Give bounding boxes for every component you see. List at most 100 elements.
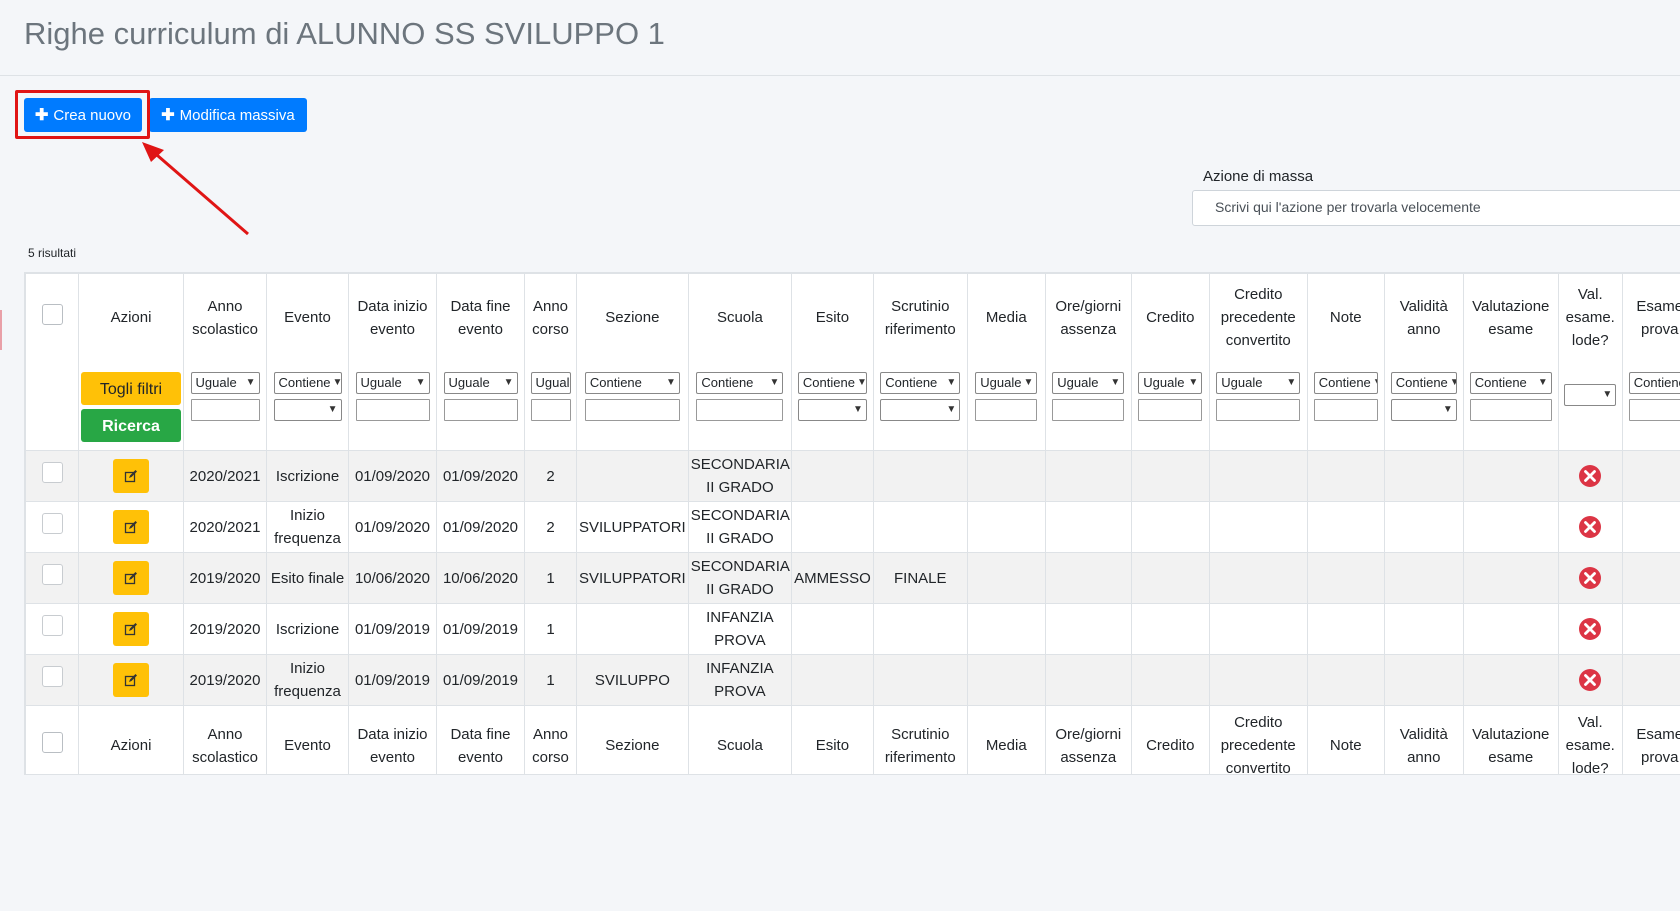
filter-operator-select[interactable]: Uguale▼ [530, 371, 571, 394]
filter-input[interactable] [1216, 398, 1301, 421]
curriculum-table: Azioni Anno scolastico Evento Data inizi… [25, 273, 1680, 774]
cell-scrutinio [872, 603, 968, 655]
filter-operator-select[interactable]: Contiene▼ [1469, 371, 1552, 394]
row-checkbox[interactable] [41, 462, 63, 483]
col-esito[interactable]: Esito [791, 273, 874, 362]
filter-operator-select[interactable]: Uguale▼ [443, 371, 518, 394]
filter-input[interactable] [584, 398, 680, 421]
filter-input[interactable] [530, 398, 571, 421]
cell-scuola: SECONDARIA II GRADO [687, 450, 793, 502]
select-all-checkbox-footer[interactable] [41, 731, 63, 753]
edit-button[interactable] [113, 612, 149, 646]
edit-icon [124, 572, 137, 585]
filter-input[interactable] [975, 398, 1038, 421]
col-credito-precedente[interactable]: Credito precedente convertito [1208, 273, 1308, 362]
col-valutazione[interactable]: Valutazione esame [1462, 273, 1559, 362]
row-checkbox[interactable] [41, 615, 63, 636]
select-all-checkbox[interactable] [41, 303, 63, 325]
filter-operator-select[interactable]: Uguale▼ [975, 371, 1038, 394]
cell-ore-assenza [1044, 552, 1132, 604]
edit-button[interactable] [113, 459, 149, 493]
col-lode[interactable]: Val. esame. lode? [1557, 273, 1623, 362]
filter-operator-select[interactable]: Contiene▼ [1628, 371, 1680, 394]
col-media[interactable]: Media [966, 273, 1046, 362]
filter-data-inizio: Uguale ▼ [348, 361, 437, 451]
cell-esame-prova [1621, 603, 1680, 655]
edit-button[interactable] [113, 561, 149, 595]
col-valutazione-footer: Valutazione esame [1462, 705, 1559, 774]
cell-anno-corso: 1 [524, 552, 577, 604]
filter-input[interactable] [355, 398, 430, 421]
filter-operator-select[interactable]: Contiene▼ [880, 371, 961, 394]
cell-sezione [576, 603, 689, 655]
filter-operator-select[interactable]: Contiene▼ [1390, 371, 1457, 394]
filter-esame-prova: Contiene▼ [1621, 361, 1680, 451]
filter-operator-select[interactable]: Uguale▼ [1216, 371, 1301, 394]
x-circle-icon [1579, 465, 1602, 488]
col-ore-assenza[interactable]: Ore/giorni assenza [1044, 273, 1132, 362]
filter-input[interactable] [696, 398, 784, 421]
filter-operator-select[interactable]: Contiene▼ [273, 371, 342, 394]
filter-operator-select[interactable]: Contiene▼ [797, 371, 867, 394]
row-checkbox[interactable] [41, 564, 63, 585]
table-row[interactable]: 2020/2021 Inizio frequenza 01/09/2020 01/09… [25, 501, 1680, 553]
cell-credito-precedente [1208, 450, 1308, 502]
cell-data-fine: 01/09/2019 [436, 603, 525, 655]
col-validita[interactable]: Validità anno [1383, 273, 1464, 362]
table-row[interactable]: 2019/2020 Iscrizione 01/09/2019 01/09/2019 1… [25, 603, 1680, 655]
col-credito[interactable]: Credito [1130, 273, 1210, 362]
filter-operator-select[interactable]: Contiene▼ [1313, 371, 1378, 394]
filter-operator-select[interactable]: Uguale▼ [190, 371, 260, 394]
col-note[interactable]: Note [1306, 273, 1385, 362]
cell-evento: Inizio frequenza [266, 501, 349, 553]
filter-operator-select[interactable]: Contiene▼ [696, 371, 784, 394]
edit-button[interactable] [113, 663, 149, 697]
cell-credito-precedente [1208, 501, 1308, 553]
filter-input[interactable] [1313, 398, 1378, 421]
cell-lode [1557, 552, 1623, 604]
col-data-fine[interactable]: Data fine evento [436, 273, 525, 362]
cell-scrutinio [872, 501, 968, 553]
search-button[interactable]: Ricerca [81, 408, 181, 442]
filter-input[interactable] [190, 398, 260, 421]
filter-operator-select[interactable]: Contiene▼ [584, 371, 680, 394]
row-checkbox[interactable] [41, 513, 63, 534]
filter-input[interactable] [1052, 398, 1125, 421]
table-row[interactable]: 2019/2020 Inizio frequenza 01/09/2019 01/09… [25, 654, 1680, 706]
filter-value-select[interactable]: ▼ [880, 398, 961, 421]
cell-lode [1557, 654, 1623, 706]
cell-data-fine: 01/09/2020 [436, 450, 525, 502]
col-sezione[interactable]: Sezione [576, 273, 689, 362]
filter-value-select[interactable]: ▼ [273, 398, 342, 421]
table-row[interactable]: 2020/2021 Iscrizione 01/09/2020 01/09/2020 2… [25, 450, 1680, 502]
bulk-edit-button[interactable]: ✚ Modifica massiva [149, 98, 307, 132]
filter-value-select[interactable]: ▼ [1564, 383, 1617, 406]
filter-input[interactable] [1138, 398, 1203, 421]
filter-operator-select[interactable]: Uguale▼ [355, 371, 430, 394]
table-row[interactable]: 2019/2020 Esito finale 10/06/2020 10/06/202… [25, 552, 1680, 604]
col-anno-corso[interactable]: Anno corso [524, 273, 577, 362]
cell-sezione: SVILUPPATORI [576, 552, 689, 604]
filter-value-select[interactable]: ▼ [1390, 398, 1457, 421]
row-checkbox[interactable] [41, 666, 63, 687]
edit-button[interactable] [113, 510, 149, 544]
col-data-inizio[interactable]: Data inizio evento [348, 273, 437, 362]
filter-input[interactable] [1469, 398, 1552, 421]
col-scrutinio[interactable]: Scrutinio riferimento [872, 273, 968, 362]
cell-esame-prova [1621, 654, 1680, 706]
row-actions-cell [78, 501, 184, 553]
col-anno-scolastico[interactable]: Anno scolastico [183, 273, 267, 362]
create-new-button[interactable]: ✚ Crea nuovo [24, 98, 142, 132]
cell-anno-corso: 2 [524, 450, 577, 502]
filter-operator-select[interactable]: Uguale▼ [1138, 371, 1203, 394]
filter-operator-select[interactable]: Uguale▼ [1052, 371, 1125, 394]
col-esame-prova[interactable]: Esame prova [1621, 273, 1680, 362]
filter-input[interactable] [1628, 398, 1680, 421]
filter-input[interactable] [443, 398, 518, 421]
col-data-inizio-footer: Data inizio evento [348, 705, 437, 774]
mass-action-select[interactable]: Scrivi qui l'azione per trovarla velocem… [1192, 190, 1680, 226]
filter-value-select[interactable]: ▼ [797, 398, 867, 421]
clear-filters-button[interactable]: Togli filtri [81, 371, 181, 405]
col-evento[interactable]: Evento [266, 273, 349, 362]
col-scuola[interactable]: Scuola [687, 273, 793, 362]
